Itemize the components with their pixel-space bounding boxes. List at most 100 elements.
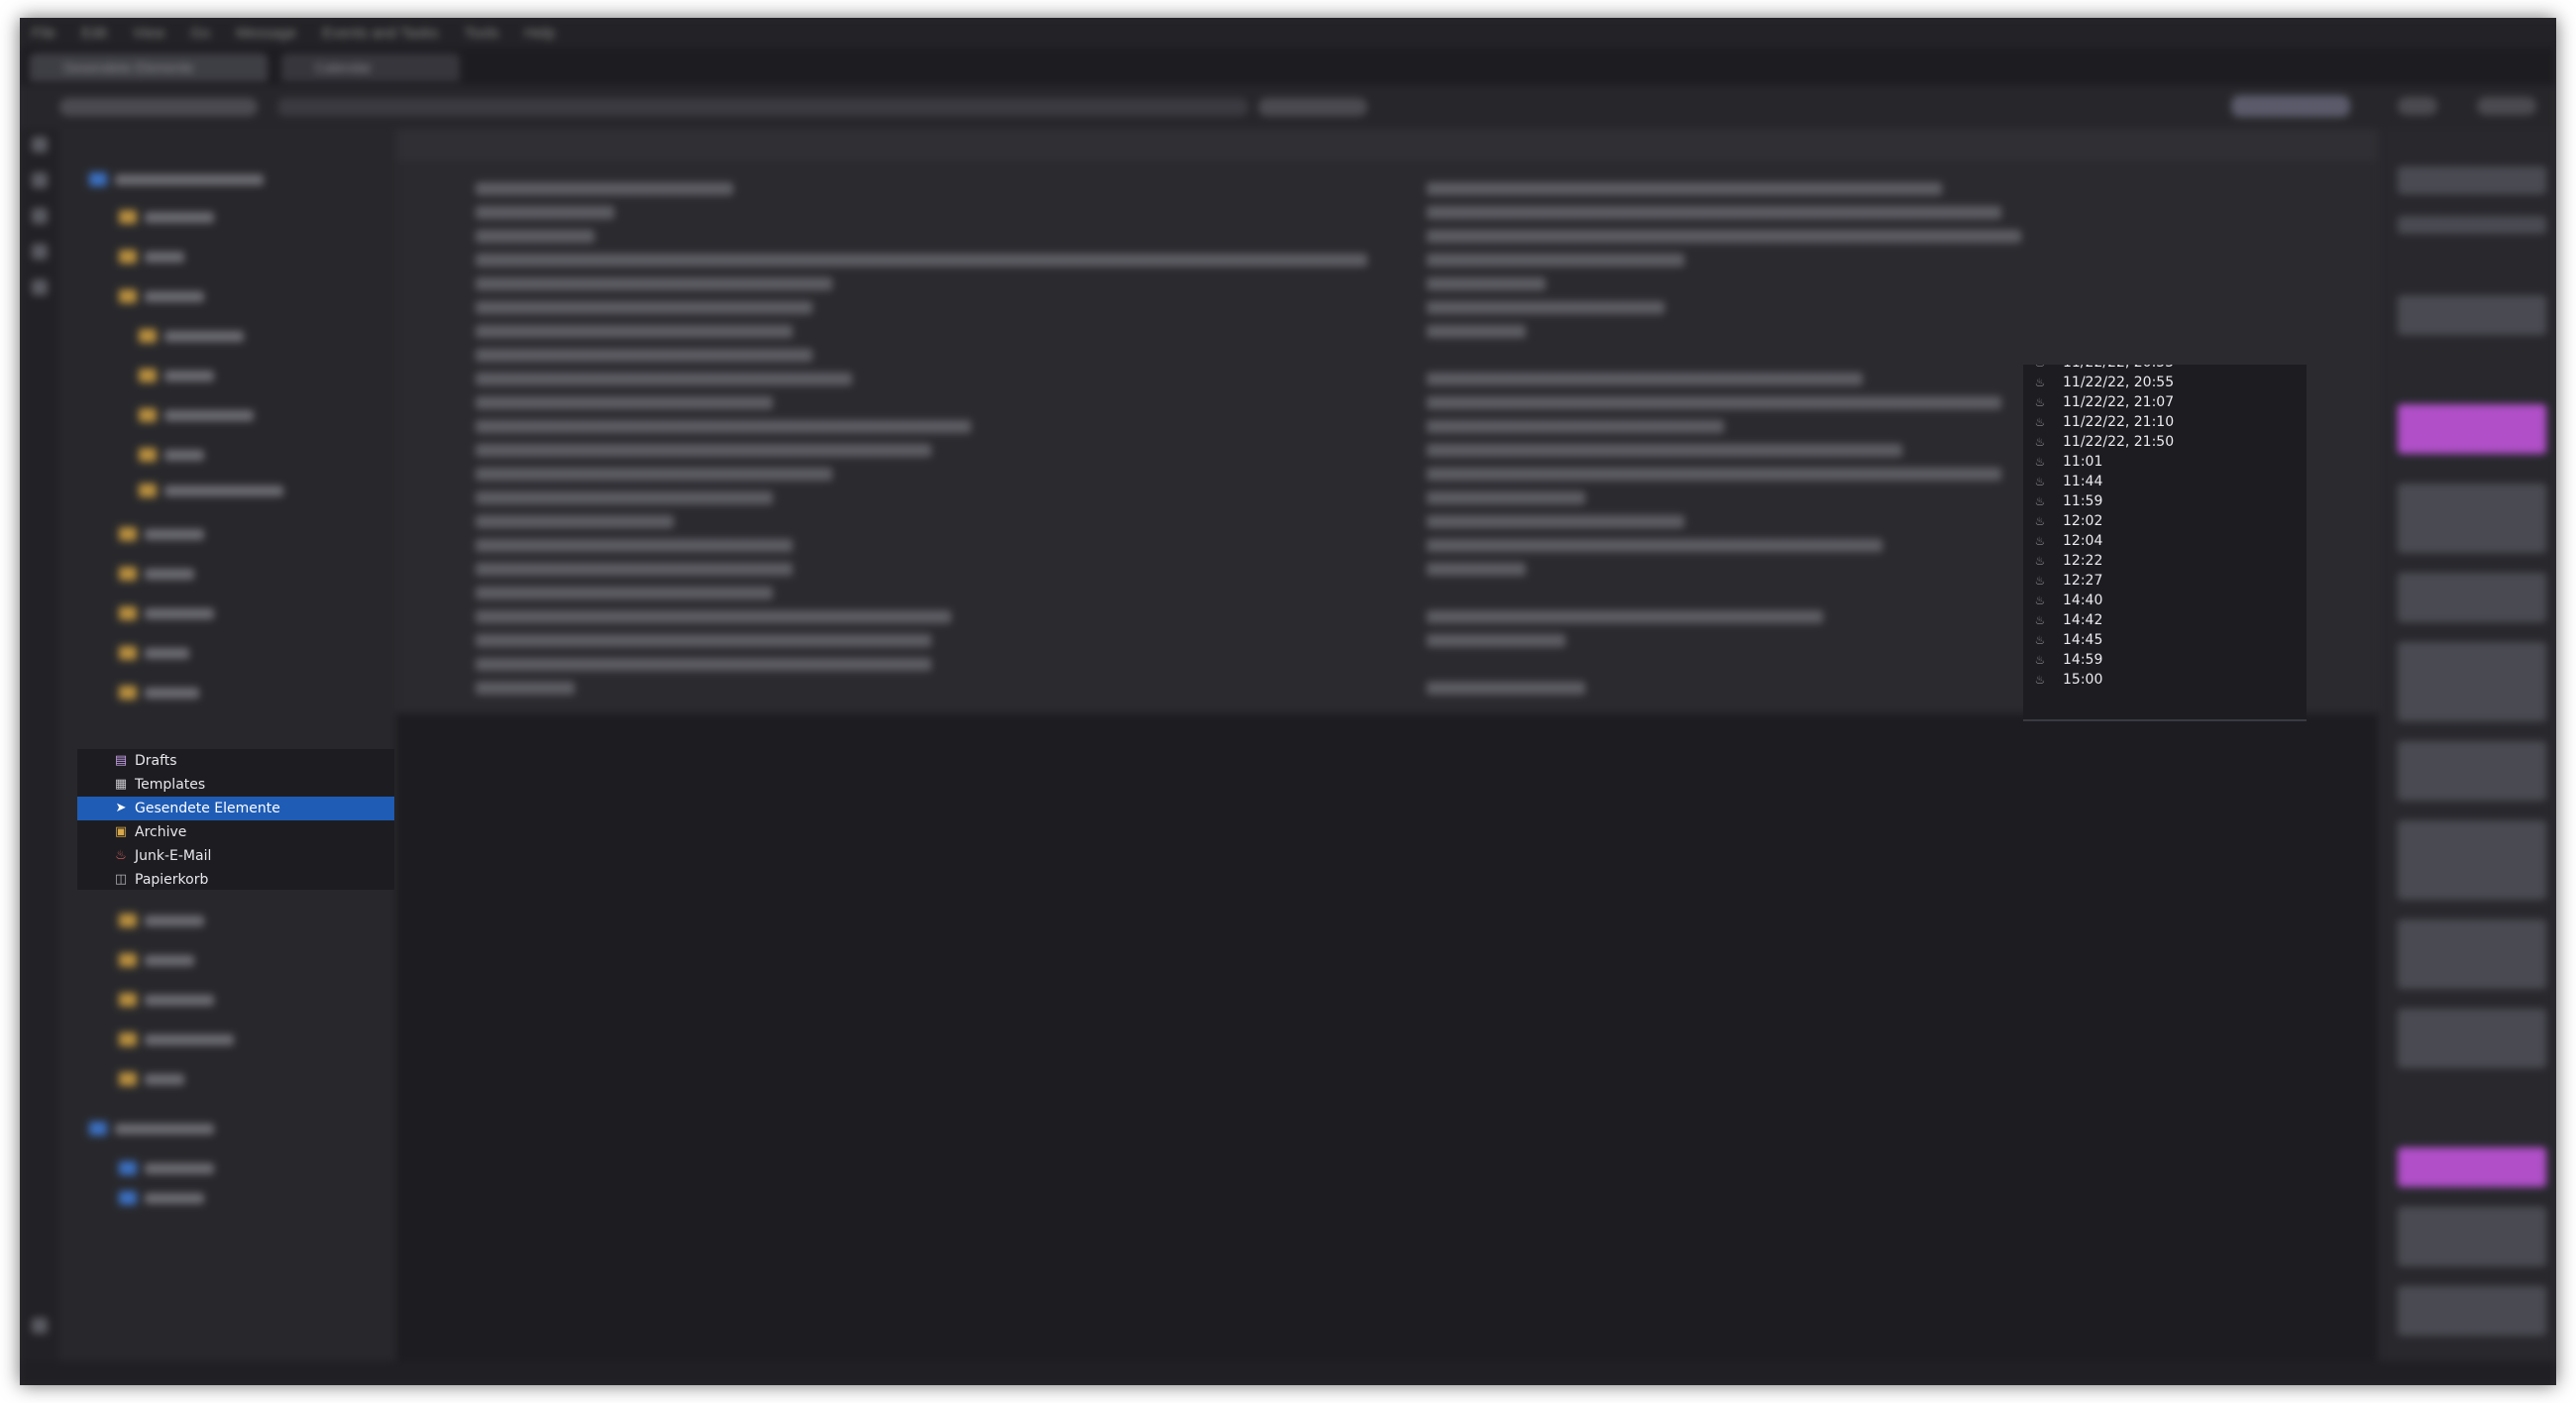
folder-row[interactable] [89,1118,214,1139]
folder-item-archive[interactable]: ▣ Archive [77,820,394,844]
time-row[interactable]: ♨ 14:59 [2023,650,2307,670]
message-row[interactable] [476,301,812,314]
window-controls[interactable] [2477,97,2536,115]
today-card[interactable] [2398,166,2546,194]
folder-row[interactable] [119,206,214,228]
time-row[interactable]: ♨ 14:42 [2023,610,2307,630]
today-card[interactable] [2398,216,2546,234]
today-card[interactable] [2398,484,2546,553]
message-row[interactable] [476,515,674,528]
folder-row[interactable] [119,989,214,1011]
folder-row[interactable] [119,563,194,585]
message-row[interactable] [476,682,575,695]
folder-row[interactable] [119,910,204,931]
menu-button[interactable] [2398,97,2437,115]
folder-row[interactable] [119,246,184,268]
today-card[interactable] [2398,1207,2546,1266]
compose-button[interactable] [2231,95,2350,117]
message-row[interactable] [476,396,773,409]
tasks-icon[interactable] [32,244,48,260]
menu-events-tasks[interactable]: Events and Tasks [322,25,438,42]
time-row[interactable]: ♨ 12:04 [2023,531,2307,551]
today-card[interactable] [2398,1009,2546,1068]
message-row[interactable] [476,587,773,599]
toolbar-button[interactable] [1258,98,1367,116]
time-row[interactable]: ♨11/22/22, 20:55 [2023,365,2307,373]
calendar-icon[interactable] [32,208,48,224]
folder-row[interactable] [119,1068,184,1090]
time-row[interactable]: ♨ 12:02 [2023,511,2307,531]
folder-item-trash[interactable]: ◫ Papierkorb [77,868,394,890]
message-row[interactable] [476,373,852,385]
menu-file[interactable]: File [32,25,55,42]
today-card[interactable] [2398,820,2546,900]
time-row[interactable]: ♨ 15:00 [2023,670,2307,690]
today-card[interactable] [2398,295,2546,335]
today-card[interactable] [2398,642,2546,721]
time-row[interactable]: ♨ 11/22/22, 21:50 [2023,432,2307,452]
time-row[interactable]: ♨ 14:45 [2023,630,2307,650]
menu-message[interactable]: Message [236,25,296,42]
search-input[interactable] [277,98,1248,116]
time-row[interactable]: ♨ 11:44 [2023,472,2307,491]
time-row[interactable]: ♨ 11/22/22, 21:07 [2023,392,2307,412]
message-row[interactable] [476,634,931,647]
folder-item-drafts[interactable]: ▤ Drafts [77,749,394,773]
time-row[interactable]: ♨11/22/22, 20:55 [2023,373,2307,392]
folder-item-sent[interactable]: ➤ Gesendete Elemente [77,797,394,820]
time-row[interactable]: ♨ 11:01 [2023,452,2307,472]
message-row[interactable] [476,468,832,481]
folder-item-templates[interactable]: ▦ Templates [77,773,394,797]
menu-go[interactable]: Go [190,25,210,42]
mail-space-icon[interactable] [32,137,48,153]
message-row[interactable] [476,420,971,433]
folder-row[interactable] [119,1028,234,1050]
chat-icon[interactable] [32,279,48,295]
folder-row[interactable] [89,168,264,190]
message-row[interactable] [476,182,733,195]
folder-row[interactable] [119,523,204,545]
message-row[interactable] [476,349,812,362]
today-event[interactable] [2398,404,2546,454]
folder-row[interactable] [139,325,244,347]
message-row[interactable] [476,206,614,219]
address-book-icon[interactable] [32,172,48,188]
time-row[interactable]: ♨ 11/22/22, 21:10 [2023,412,2307,432]
message-row[interactable] [476,563,793,576]
today-card[interactable] [2398,1286,2546,1336]
today-card[interactable] [2398,573,2546,622]
today-event[interactable] [2398,1147,2546,1187]
menu-help[interactable]: Help [525,25,556,42]
folder-row[interactable] [139,480,283,501]
settings-icon[interactable] [32,1318,48,1334]
tab-calendar[interactable]: Calendar [281,54,460,81]
time-row[interactable]: ♨ 11:59 [2023,491,2307,511]
message-row[interactable] [476,610,951,623]
folder-row[interactable] [119,285,204,307]
folder-row[interactable] [119,1157,214,1179]
tab-mail[interactable]: Gesendete Elemente [30,54,268,81]
folder-row[interactable] [119,682,199,703]
today-card[interactable] [2398,919,2546,989]
folder-row[interactable] [119,602,214,624]
time-row[interactable]: ♨ 14:40 [2023,591,2307,610]
folder-row[interactable] [119,949,194,971]
time-row[interactable]: ♨ 12:22 [2023,551,2307,571]
folder-row[interactable] [139,404,254,426]
menu-edit[interactable]: Edit [81,25,107,42]
menu-tools[interactable]: Tools [464,25,498,42]
folder-item-junk[interactable]: ♨ Junk-E-Mail [77,844,394,868]
message-row[interactable] [476,444,931,457]
folder-row[interactable] [139,444,204,466]
message-row[interactable] [476,230,594,243]
quick-filter[interactable] [59,98,258,116]
message-row[interactable] [476,539,793,552]
folder-row[interactable] [119,1187,204,1209]
today-card[interactable] [2398,741,2546,801]
message-row[interactable] [476,277,832,290]
message-row[interactable] [476,658,931,671]
folder-row[interactable] [119,642,189,664]
time-row[interactable]: ♨ 12:27 [2023,571,2307,591]
message-row[interactable] [476,491,773,504]
menu-view[interactable]: View [133,25,164,42]
